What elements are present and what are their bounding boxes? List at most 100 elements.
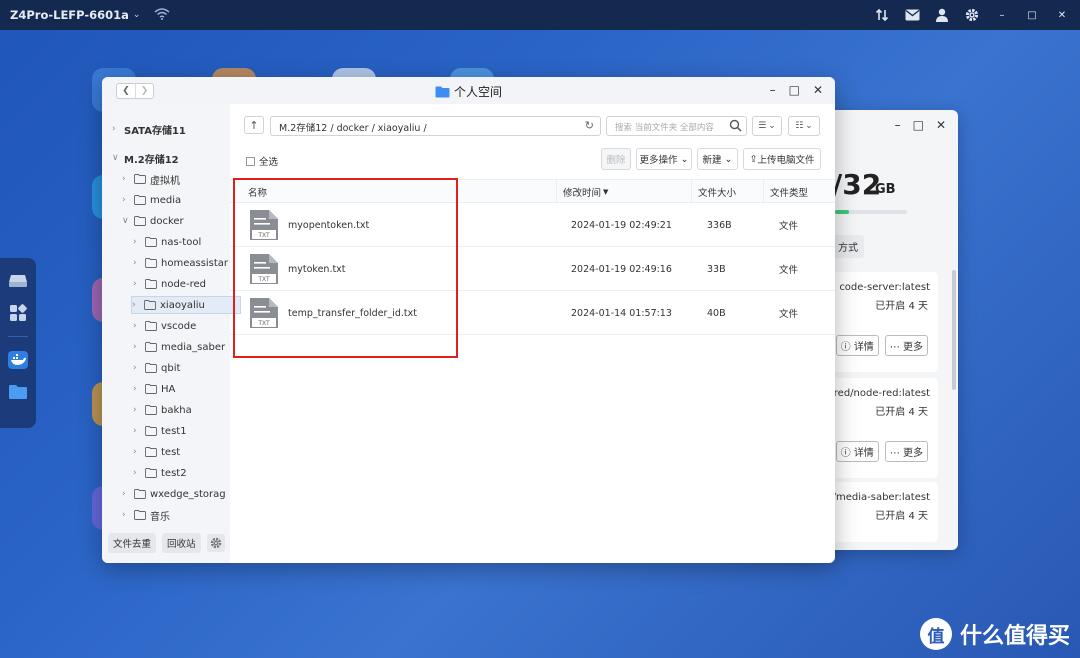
sidebar-tree-label: bakha xyxy=(161,404,192,416)
chevron-right-icon[interactable]: › xyxy=(122,489,132,499)
sidebar-tree-item[interactable]: › test1 xyxy=(133,422,187,440)
scrollbar[interactable] xyxy=(952,270,956,390)
file-modified: 2024-01-19 02:49:16 xyxy=(571,263,672,275)
close-icon[interactable]: ✕ xyxy=(813,83,823,97)
more-operations-button[interactable]: 更多操作 ⌄ xyxy=(636,148,692,170)
sidebar-tree-item[interactable]: › wxedge_storag xyxy=(122,485,226,503)
sidebar-tree-label: media_saber xyxy=(161,341,226,353)
upload-button[interactable]: ⇪ 上传电脑文件 xyxy=(743,148,821,170)
select-all-checkbox[interactable] xyxy=(246,156,255,166)
sidebar-tree-item[interactable]: › homeassistar xyxy=(133,254,228,272)
chevron-right-icon[interactable]: › xyxy=(133,258,143,268)
search-icon[interactable] xyxy=(729,119,742,135)
sort-button[interactable]: ☰ ⌄ xyxy=(752,116,782,136)
details-button[interactable]: ⓘ 详情 xyxy=(835,441,879,462)
file-size: 33B xyxy=(707,263,726,275)
sidebar-tree-item[interactable]: › media_saber xyxy=(133,338,225,356)
folder-icon xyxy=(145,321,157,331)
sidebar-tree-item[interactable]: › qbit xyxy=(133,359,180,377)
watermark-text: 什么值得买 xyxy=(959,624,1070,649)
dedupe-button[interactable]: 文件去重 xyxy=(108,533,157,553)
file-type: 文件 xyxy=(779,265,799,276)
chevron-right-icon[interactable]: › xyxy=(133,405,143,415)
chevron-right-icon[interactable]: › xyxy=(133,342,143,352)
sidebar-tree-label: vscode xyxy=(161,320,197,332)
sidebar-tree-item[interactable]: › media xyxy=(122,191,181,209)
details-button[interactable]: ⓘ 详情 xyxy=(835,335,879,356)
chevron-right-icon[interactable]: › xyxy=(133,321,143,331)
sidebar-tree-item[interactable]: › 音乐 xyxy=(122,506,170,524)
more-button[interactable]: ⋯ 更多 xyxy=(884,441,928,462)
maximize-icon[interactable]: □ xyxy=(789,83,800,97)
chevron-right-icon[interactable]: › xyxy=(133,426,143,436)
chevron-right-icon[interactable]: › xyxy=(133,237,143,247)
recycle-bin-button[interactable]: 回收站 xyxy=(162,533,201,553)
file-size: 336B xyxy=(707,219,732,231)
mode-button[interactable]: 方式 xyxy=(832,235,864,258)
user-icon[interactable] xyxy=(934,7,950,23)
container-card[interactable]: code-server:latest 已开启 4 天 ⓘ 详情 ⋯ 更多 xyxy=(832,272,938,372)
chevron-down-icon[interactable]: ⌄ xyxy=(133,10,141,20)
maximize-icon[interactable]: □ xyxy=(913,118,924,132)
close-icon[interactable]: ✕ xyxy=(1054,7,1070,23)
folder-icon[interactable] xyxy=(8,383,28,401)
sidebar-tree-item[interactable]: › SATA存储11 xyxy=(112,120,186,138)
sidebar-tree-item[interactable]: › vscode xyxy=(133,317,196,335)
sidebar-tree-item[interactable]: › nas-tool xyxy=(133,233,201,251)
chevron-right-icon[interactable]: › xyxy=(122,510,132,520)
sidebar-tree-item[interactable]: › 虚拟机 xyxy=(122,170,180,188)
more-button[interactable]: ⋯ 更多 xyxy=(884,335,928,356)
view-mode-button[interactable]: ☷ ⌄ xyxy=(788,116,820,136)
up-arrow-icon[interactable]: ↑ xyxy=(244,116,264,134)
chevron-right-icon[interactable]: › xyxy=(133,279,143,289)
chevron-right-icon[interactable]: › xyxy=(133,468,143,478)
container-image: code-server:latest xyxy=(839,282,930,293)
container-status: 已开启 4 天 xyxy=(875,407,928,418)
sidebar-tree-item[interactable]: ∨ M.2存储12 xyxy=(112,149,179,167)
chevron-right-icon[interactable]: › xyxy=(122,195,132,205)
chevron-down-icon[interactable]: ∨ xyxy=(122,216,132,226)
minimize-icon[interactable]: – xyxy=(770,83,776,97)
maximize-icon[interactable]: □ xyxy=(1024,7,1040,23)
search-input[interactable]: 搜索 当前文件夹 全部内容 xyxy=(606,116,747,136)
chevron-right-icon[interactable]: › xyxy=(122,174,132,184)
select-all[interactable]: 全选 xyxy=(246,154,278,168)
container-image: lered/node-red:latest xyxy=(824,388,930,399)
gear-icon[interactable] xyxy=(206,534,225,552)
sidebar-tree-label: test2 xyxy=(161,467,187,479)
refresh-icon[interactable]: ↻ xyxy=(585,119,594,132)
container-card[interactable]: lered/node-red:latest 已开启 4 天 ⓘ 详情 ⋯ 更多 xyxy=(825,378,938,478)
settings-icon[interactable] xyxy=(964,7,980,23)
column-header-size[interactable]: 文件大小 xyxy=(691,180,763,204)
storage-icon[interactable] xyxy=(8,272,28,290)
chevron-right-icon[interactable]: › xyxy=(112,124,122,134)
sidebar-tree-item[interactable]: › bakha xyxy=(133,401,192,419)
minimize-icon[interactable]: – xyxy=(895,118,901,132)
chevron-right-icon[interactable]: › xyxy=(133,447,143,457)
docker-icon[interactable] xyxy=(8,351,28,369)
chevron-down-icon: ⌄ xyxy=(805,121,813,131)
sidebar-tree-item[interactable]: › node-red xyxy=(133,275,206,293)
close-icon[interactable]: ✕ xyxy=(936,118,946,132)
mail-icon[interactable] xyxy=(904,7,920,23)
path-bar[interactable]: M.2存储12 / docker / xiaoyaliu / ↻ xyxy=(270,116,601,136)
minimize-icon[interactable]: – xyxy=(994,7,1010,23)
sidebar-tree-item[interactable]: › test2 xyxy=(133,464,187,482)
chevron-right-icon[interactable]: › xyxy=(133,363,143,373)
chevron-down-icon[interactable]: ∨ xyxy=(112,153,122,163)
chevron-right-icon[interactable]: › xyxy=(133,384,143,394)
chevron-right-icon[interactable]: › xyxy=(132,300,142,310)
capacity-bar-fill xyxy=(835,210,850,214)
container-card[interactable]: m/media-saber:latest 已开启 4 天 xyxy=(823,482,938,542)
column-header-type[interactable]: 文件类型 xyxy=(763,180,835,204)
apps-icon[interactable] xyxy=(8,304,28,322)
sidebar-tree-item[interactable]: › HA xyxy=(133,380,175,398)
column-header-modified[interactable]: 修改时间 ▼ xyxy=(556,180,691,204)
sidebar-tree-item[interactable]: › test xyxy=(133,443,180,461)
sidebar-tree-item[interactable]: ∨ docker xyxy=(122,212,184,230)
sidebar-tree-item[interactable]: › xiaoyaliu xyxy=(131,296,241,314)
device-name[interactable]: Z4Pro-LEFP-6601a xyxy=(10,8,129,22)
delete-button[interactable]: 删除 xyxy=(601,148,631,170)
transfer-icon[interactable] xyxy=(874,7,890,23)
new-button[interactable]: 新建 ⌄ xyxy=(697,148,738,170)
